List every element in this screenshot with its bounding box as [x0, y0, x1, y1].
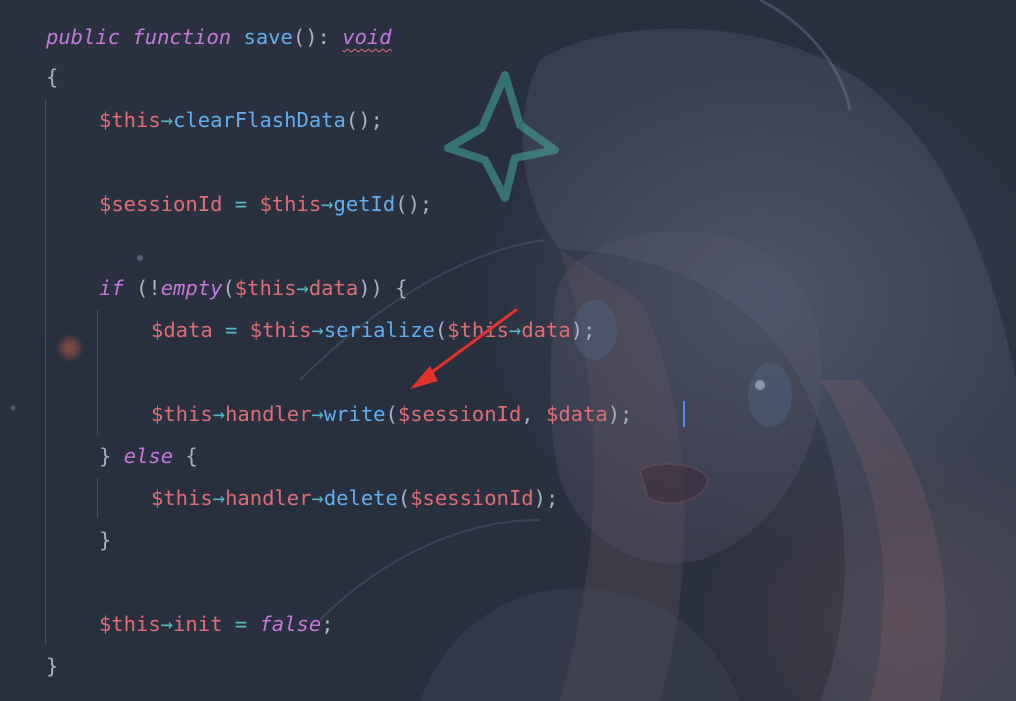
operator-token: → — [212, 402, 226, 426]
punctuation-token: } — [46, 654, 59, 678]
variable-token: $this — [234, 276, 297, 300]
variable-token: $this — [99, 612, 161, 636]
variable-token: $this — [99, 108, 161, 132]
indent-guide — [97, 310, 98, 435]
operator-token: → — [321, 192, 334, 216]
code-line-signature[interactable]: public function save(): void — [46, 22, 392, 52]
punctuation-token: { — [173, 444, 198, 468]
punctuation-token: ); — [607, 402, 633, 426]
code-line-close-if[interactable]: } — [99, 525, 111, 555]
code-line-delete[interactable]: $this→handler→delete($sessionId); — [151, 483, 558, 513]
function-token: getId — [333, 192, 396, 216]
punctuation-token: (! — [123, 276, 161, 300]
code-line-clear-flash[interactable]: $this→clearFlashData(); — [99, 105, 383, 135]
function-token: save — [243, 25, 293, 49]
punctuation-token — [120, 25, 132, 49]
code-line-open-brace[interactable]: { — [46, 62, 58, 92]
variable-token: $this — [249, 318, 312, 342]
variable-token: data — [521, 318, 571, 342]
variable-token: $this — [447, 318, 509, 342]
operator-token: → — [160, 612, 174, 636]
punctuation-token: (); — [395, 192, 433, 216]
punctuation-token: } — [99, 444, 124, 468]
variable-token: $this — [151, 402, 213, 426]
operator-token: → — [296, 276, 309, 300]
punctuation-token: } — [99, 528, 112, 552]
punctuation-token: ( — [385, 402, 398, 426]
operator-token: = — [222, 192, 260, 216]
operator-token: = — [222, 612, 260, 636]
punctuation-token — [231, 25, 243, 49]
punctuation-token: ( — [434, 318, 448, 342]
variable-token: handler — [225, 402, 312, 426]
keyword-token: if — [99, 276, 124, 300]
keyword-token: function — [132, 25, 232, 49]
indent-guide — [97, 478, 98, 518]
function-token: write — [323, 402, 386, 426]
variable-token: $sessionId — [397, 402, 522, 426]
function-token: clearFlashData — [173, 108, 346, 132]
variable-token: init — [173, 612, 223, 636]
punctuation-token: ( — [397, 486, 411, 510]
variable-token: $sessionId — [99, 192, 223, 216]
code-editor[interactable]: public function save(): void { $this→cle… — [0, 0, 1016, 701]
code-line-else[interactable]: } else { — [99, 441, 198, 471]
function-token: serialize — [323, 318, 435, 342]
operator-token: → — [311, 402, 324, 426]
operator-token: = — [212, 318, 250, 342]
operator-token: → — [311, 486, 324, 510]
variable-token: handler — [225, 486, 312, 510]
punctuation-token: ; — [321, 612, 334, 636]
operator-token: → — [311, 318, 324, 342]
keyword-token: empty — [160, 276, 223, 300]
punctuation-token: { — [46, 65, 59, 89]
function-token: delete — [323, 486, 398, 510]
punctuation-token: ); — [570, 318, 596, 342]
keyword-token: false — [259, 612, 322, 636]
variable-token: $data — [545, 402, 608, 426]
code-area[interactable]: public function save(): void { $this→cle… — [0, 0, 632, 678]
operator-token: → — [160, 108, 174, 132]
punctuation-token: (): — [292, 25, 343, 49]
keyword-token: public — [46, 25, 121, 49]
code-line-serialize[interactable]: $data = $this→serialize($this→data); — [151, 315, 595, 345]
text-cursor — [683, 401, 685, 427]
code-line-session-id[interactable]: $sessionId = $this→getId(); — [99, 189, 432, 219]
operator-token: → — [508, 318, 522, 342]
punctuation-token: (); — [345, 108, 383, 132]
variable-token: $this — [151, 486, 213, 510]
variable-token: $sessionId — [410, 486, 534, 510]
code-line-write[interactable]: $this→handler→write($sessionId, $data); — [151, 399, 632, 429]
variable-token: data — [308, 276, 359, 300]
keyword-token: else — [123, 444, 174, 468]
variable-token: $this — [259, 192, 322, 216]
punctuation-token: , — [521, 402, 546, 426]
punctuation-token: )) { — [358, 276, 408, 300]
code-line-if[interactable]: if (!empty($this→data)) { — [99, 273, 408, 303]
code-line-close-method[interactable]: } — [46, 651, 58, 681]
operator-token: → — [212, 486, 226, 510]
punctuation-token: ( — [222, 276, 235, 300]
punctuation-token: ); — [533, 486, 559, 510]
return-type-token: void — [342, 25, 392, 49]
variable-token: $data — [151, 318, 213, 342]
code-line-init[interactable]: $this→init = false; — [99, 609, 334, 639]
